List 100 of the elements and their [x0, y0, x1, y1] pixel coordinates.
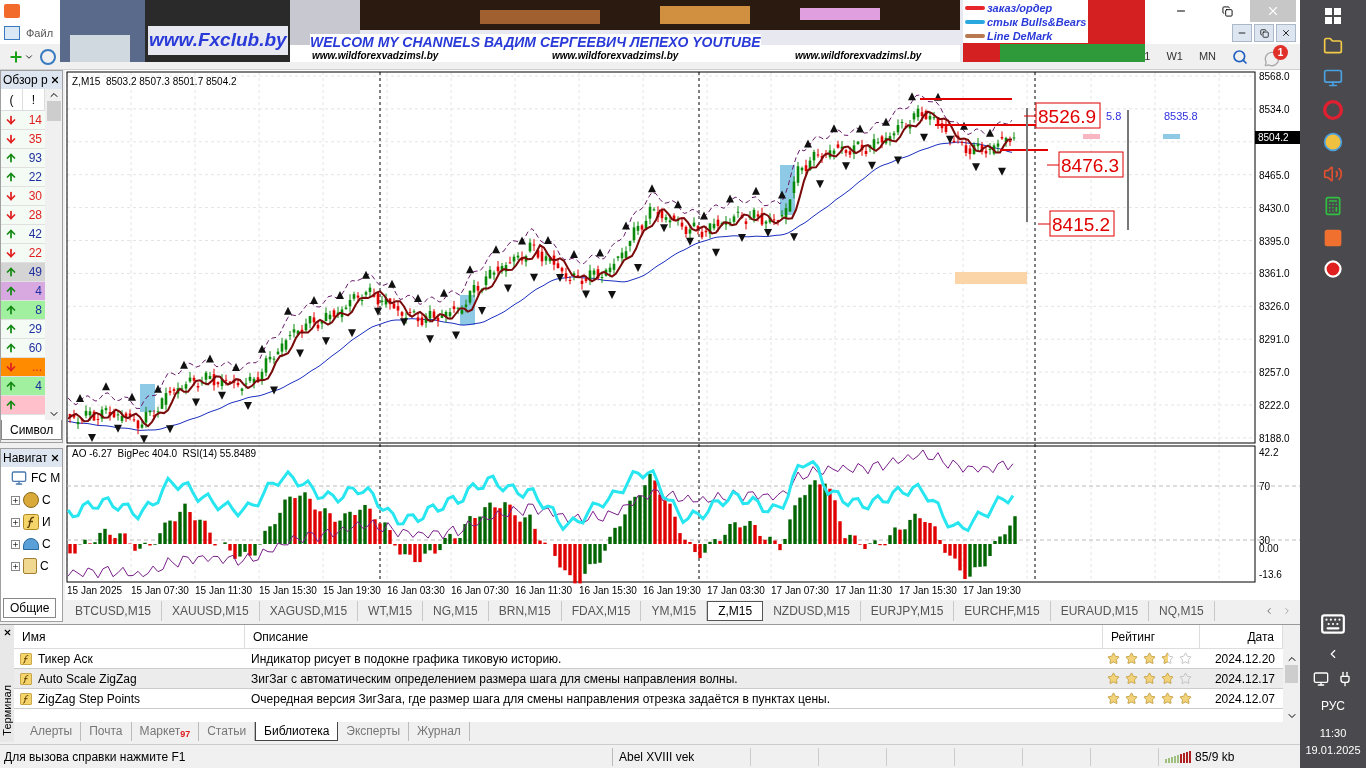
indicator-name[interactable]: Auto Scale ZigZag	[38, 669, 137, 688]
indicator-name[interactable]: ZigZag Step Points	[38, 689, 141, 708]
market-count: 97	[180, 729, 191, 742]
time-axis-label: 15 Jan 11:30	[195, 585, 253, 596]
spread-value: 93	[28, 150, 43, 167]
chart-tab[interactable]: WT,M15	[358, 601, 424, 621]
time-axis-label: 17 Jan 07:30	[771, 585, 829, 596]
column-header[interactable]: (	[1, 89, 23, 111]
price-level-label: 8476.3	[1046, 151, 1124, 178]
price-axis-label: 8326.0	[1259, 301, 1290, 313]
indicator-description: Индикатор рисует в подокне графика тиковую историю.	[250, 650, 563, 668]
spread-value: 28	[28, 207, 43, 224]
symbol-row[interactable]: 35	[1, 130, 45, 149]
chart-tab[interactable]: NG,M15	[423, 601, 489, 621]
tree-item[interactable]: И	[42, 513, 51, 531]
spread-value: 4	[35, 378, 43, 395]
timeframe-button[interactable]: 1	[1144, 48, 1151, 65]
legend-label: заказ/ордер	[987, 1, 1053, 15]
price-note: 5.8	[1106, 110, 1122, 122]
indicator-axis-label: 0.00	[1259, 543, 1279, 554]
spread-value: 22	[28, 169, 43, 186]
symbol-row[interactable]: 42	[1, 225, 45, 244]
profile-name: Abel XVIII vek	[612, 747, 750, 766]
symbol-row[interactable]: 8	[1, 301, 45, 320]
language-indicator[interactable]: РУС	[1321, 697, 1345, 715]
chart-tab[interactable]: BRN,M15	[488, 601, 562, 621]
terminal-tab[interactable]: Эксперты	[338, 722, 410, 742]
traffic-text: 85/9 kb	[1195, 748, 1235, 766]
time-axis-label: 17 Jan 11:30	[835, 585, 893, 596]
symbol-row[interactable]: 4	[1, 282, 45, 301]
tree-item[interactable]: С	[42, 535, 51, 553]
spread-value: 30	[28, 188, 43, 205]
symbol-row[interactable]: 22	[1, 244, 45, 263]
time-axis-label: 17 Jan 15:30	[899, 585, 957, 596]
panel-tab[interactable]: Общие	[3, 598, 57, 618]
indicator-name[interactable]: Тикер Аск	[38, 649, 93, 668]
indicator-description: Очередная версия ЗигЗага, где размер шага для смены направления отрезка задаётся в пунктах цены.	[250, 690, 831, 708]
symbol-row[interactable]: 28	[1, 206, 45, 225]
symbol-row[interactable]: 14	[1, 111, 45, 130]
chart-tab[interactable]: NZDUSD,M15	[763, 601, 861, 621]
tree-item[interactable]: FC M	[31, 469, 61, 487]
indicator-axis-label: -13.6	[1259, 569, 1282, 580]
chart-tab[interactable]: FDAX,M15	[561, 601, 642, 621]
symbol-row[interactable]: 4	[1, 377, 45, 396]
symbol-row[interactable]: 60	[1, 339, 45, 358]
indicator-header: AO -6.27 BigPec 404.0 RSI(14) 55.8489	[72, 448, 256, 459]
menu-item[interactable]: Файл	[26, 24, 54, 42]
chart-tab[interactable]: NQ,M15	[1149, 601, 1215, 621]
terminal-tab[interactable]: Журнал	[409, 722, 470, 742]
indicator-axis-label: 42.2	[1259, 447, 1279, 458]
panel-title: Обзор р	[3, 72, 48, 89]
chart-tab[interactable]: EURAUD,M15	[1050, 601, 1150, 621]
tree-item[interactable]: С	[40, 557, 49, 575]
chart-tab[interactable]: EURCHF,M15	[954, 601, 1051, 621]
time-axis-label: 16 Jan 15:30	[579, 585, 637, 596]
tree-item[interactable]: С	[42, 491, 51, 509]
status-text: Для вызова справки нажмите F1	[3, 748, 187, 766]
panel-title: Навигат	[3, 450, 48, 467]
spread-value: 22	[28, 245, 43, 262]
clock-time[interactable]: 11:30	[1319, 725, 1347, 742]
spread-value: 29	[28, 321, 43, 338]
banner-site: www.Fxclub.by	[148, 26, 288, 55]
time-axis-label: 17 Jan 03:30	[707, 585, 765, 596]
terminal-tab[interactable]: Почта	[81, 722, 132, 742]
symbol-row[interactable]: 49	[1, 263, 45, 282]
column-header[interactable]: !	[23, 89, 45, 111]
price-axis-label: 8222.0	[1259, 400, 1290, 411]
clock-date[interactable]: 19.01.2025	[1305, 741, 1361, 758]
chart-header: Z,M15 8503.2 8507.3 8501.7 8504.2	[72, 76, 237, 87]
spread-value: 42	[28, 226, 43, 243]
time-axis-label: 15 Jan 07:30	[131, 585, 189, 596]
chart-tab[interactable]: XAGUSD,M15	[259, 601, 359, 621]
date-cell-text: 2024.12.07	[1213, 690, 1276, 708]
time-axis-label: 15 Jan 19:30	[323, 585, 381, 596]
notification-badge: 1	[1273, 44, 1288, 60]
time-axis-label: 16 Jan 07:30	[451, 585, 509, 596]
price-axis-label: 8257.0	[1259, 367, 1290, 379]
symbol-row[interactable]: 22	[1, 168, 45, 187]
symbol-row[interactable]: 93	[1, 149, 45, 168]
spread-value: 49	[28, 264, 43, 281]
terminal-tab[interactable]: Алерты	[22, 722, 82, 742]
timeframe-button[interactable]: W1	[1166, 48, 1183, 65]
panel-tab[interactable]: Символ	[1, 420, 63, 440]
price-axis-label: 8361.0	[1259, 268, 1290, 280]
time-axis-label: 16 Jan 03:30	[387, 585, 445, 596]
chart-tab[interactable]: EURJPY,M15	[860, 601, 955, 621]
legend-label: Line DeMark	[987, 29, 1053, 43]
chart-tab[interactable]: BTCUSD,M15	[65, 601, 162, 621]
price-axis-label: 8534.0	[1259, 103, 1290, 115]
price-axis-label: 8291.0	[1259, 334, 1290, 346]
symbol-row[interactable]: 30	[1, 187, 45, 206]
time-axis-label: 15 Jan 2025	[67, 585, 123, 596]
spread-value: ...	[32, 359, 43, 376]
timeframe-button[interactable]: MN	[1198, 48, 1216, 65]
chart-tab[interactable]: Z,M15	[707, 601, 764, 621]
symbol-row[interactable]: 29	[1, 320, 45, 339]
price-axis-label: 8430.0	[1259, 202, 1290, 214]
spread-value: 60	[28, 340, 43, 357]
chart-tab[interactable]: XAUUSD,M15	[162, 601, 260, 621]
terminal-tab[interactable]: Библиотека	[255, 722, 339, 742]
